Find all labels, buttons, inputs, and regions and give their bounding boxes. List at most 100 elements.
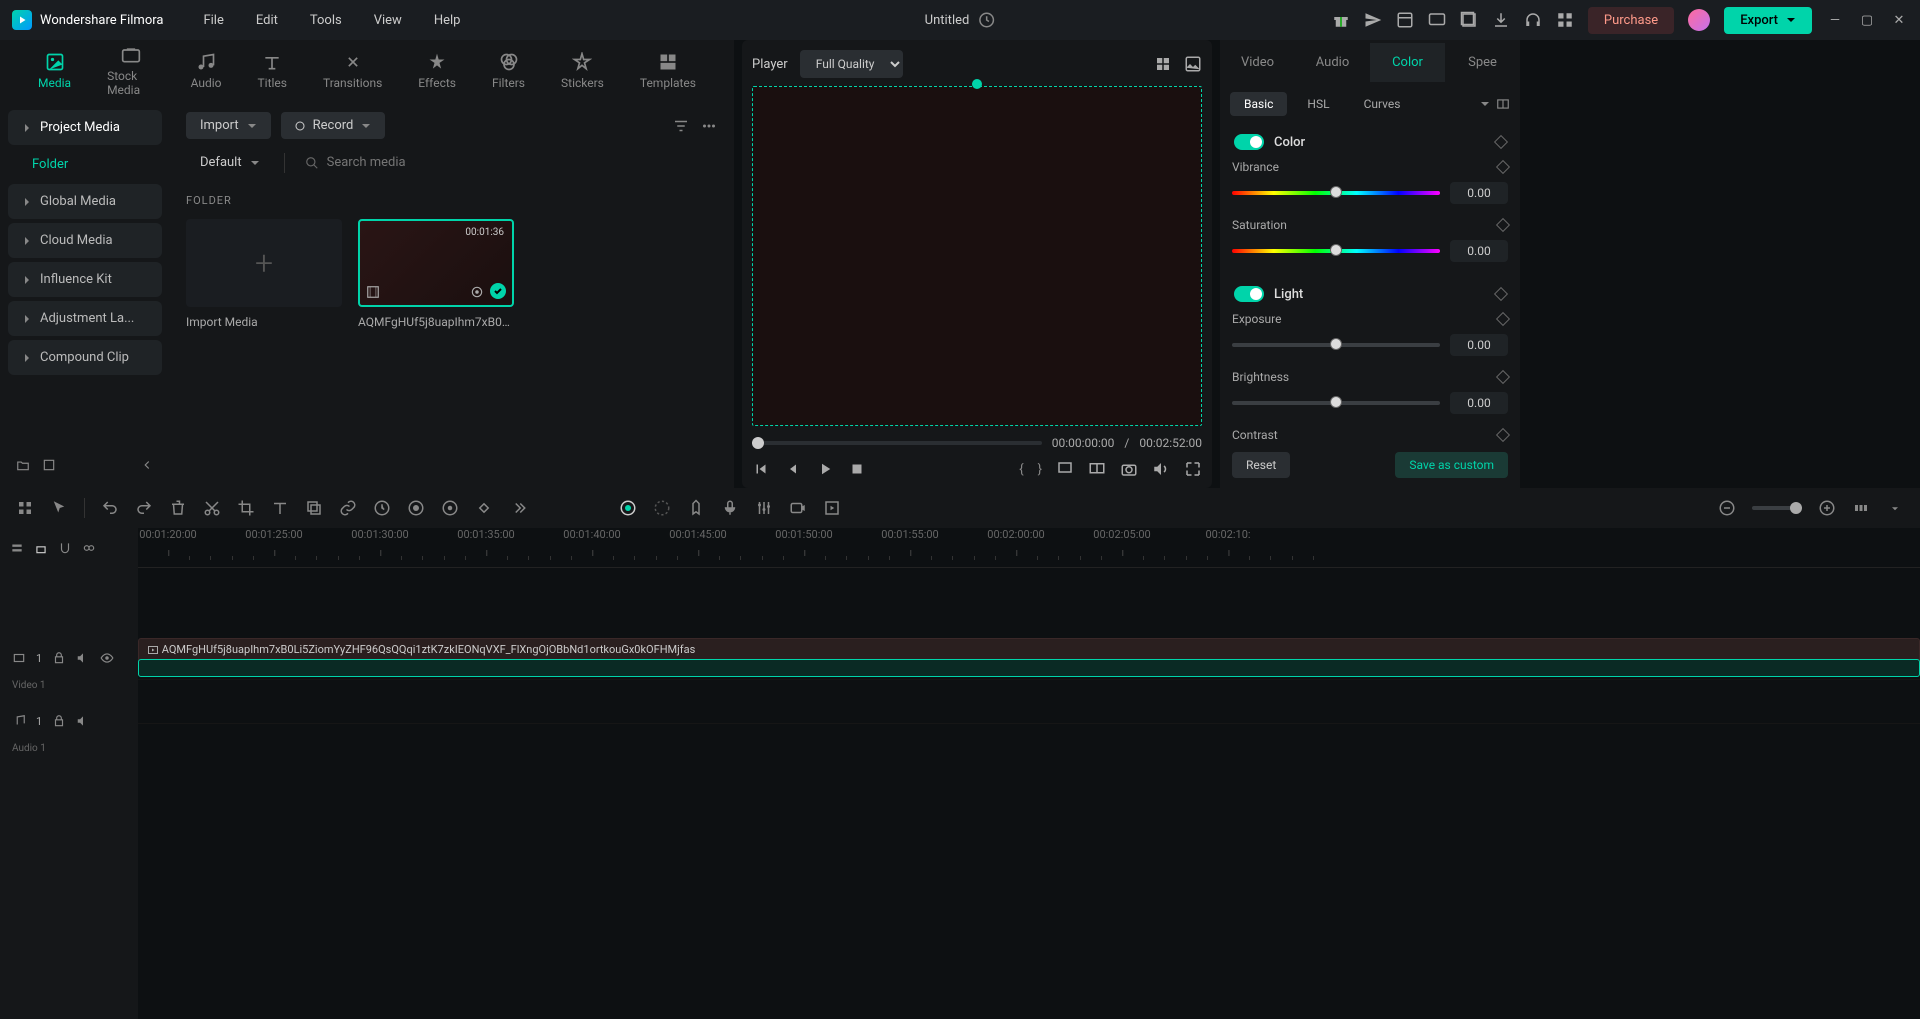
- play-button[interactable]: [816, 460, 834, 478]
- step-back-button[interactable]: [784, 460, 802, 478]
- tab-transitions[interactable]: Transitions: [305, 44, 400, 98]
- tl-marker-icon[interactable]: [687, 499, 705, 517]
- layout-icon[interactable]: [1396, 11, 1414, 29]
- sub-hsl[interactable]: HSL: [1293, 92, 1343, 116]
- tl-render-icon[interactable]: [823, 499, 841, 517]
- vibrance-keyframe-icon[interactable]: [1496, 160, 1510, 174]
- sidebar-project-media[interactable]: Project Media: [8, 110, 162, 145]
- tl-cursor-icon[interactable]: [50, 499, 68, 517]
- tab-filters[interactable]: Filters: [474, 44, 543, 98]
- maximize-button[interactable]: ▢: [1858, 11, 1876, 29]
- props-tab-speed[interactable]: Spee: [1445, 43, 1520, 82]
- scrubber-track[interactable]: [752, 441, 1042, 445]
- sidebar-global-media[interactable]: Global Media: [8, 184, 162, 219]
- color-toggle[interactable]: [1234, 134, 1264, 150]
- apps-icon[interactable]: [1556, 11, 1574, 29]
- save-custom-button[interactable]: Save as custom: [1395, 452, 1508, 478]
- tl-delete-icon[interactable]: [169, 499, 187, 517]
- menu-tools[interactable]: Tools: [298, 9, 354, 32]
- purchase-button[interactable]: Purchase: [1588, 7, 1674, 34]
- tl-voiceover-icon[interactable]: [721, 499, 739, 517]
- tl-crop-icon[interactable]: [237, 499, 255, 517]
- tl-mixer-icon[interactable]: [755, 499, 773, 517]
- tl-layout-icon[interactable]: [16, 499, 34, 517]
- library-icon[interactable]: [1460, 11, 1478, 29]
- zoom-slider[interactable]: [1752, 506, 1802, 510]
- tl-settings-icon[interactable]: [1886, 499, 1904, 517]
- tl-autoripple-icon[interactable]: [619, 499, 637, 517]
- saturation-keyframe-icon[interactable]: [1496, 218, 1510, 232]
- tab-stickers[interactable]: Stickers: [543, 44, 622, 98]
- exposure-value[interactable]: 0.00: [1450, 334, 1508, 356]
- tab-effects[interactable]: Effects: [400, 44, 474, 98]
- tab-titles[interactable]: Titles: [239, 44, 304, 98]
- vibrance-slider[interactable]: [1232, 191, 1440, 195]
- tl-keyframe-icon[interactable]: [475, 499, 493, 517]
- th-add-icon[interactable]: [10, 541, 24, 555]
- props-tab-color[interactable]: Color: [1370, 43, 1445, 82]
- record-button[interactable]: Record: [281, 112, 386, 139]
- vibrance-value[interactable]: 0.00: [1450, 182, 1508, 204]
- th-linkall-icon[interactable]: [82, 541, 96, 555]
- tl-more-icon[interactable]: [509, 499, 527, 517]
- zoom-in-icon[interactable]: [1818, 499, 1836, 517]
- more-icon[interactable]: [700, 117, 718, 135]
- th-magnet-icon[interactable]: [58, 541, 72, 555]
- mark-out-button[interactable]: }: [1038, 462, 1042, 477]
- tl-redo-icon[interactable]: [135, 499, 153, 517]
- player-image-icon[interactable]: [1184, 55, 1202, 73]
- collapse-icon[interactable]: [140, 458, 154, 472]
- video-hide-icon[interactable]: [100, 651, 114, 665]
- tl-text-icon[interactable]: [271, 499, 289, 517]
- video-lock-icon[interactable]: [52, 651, 66, 665]
- timeline-ruler[interactable]: 00:01:20:0000:01:25:0000:01:30:0000:01:3…: [138, 528, 1920, 568]
- import-media-card[interactable]: + Import Media: [186, 219, 342, 329]
- tab-templates[interactable]: Templates: [622, 44, 714, 98]
- light-toggle[interactable]: [1234, 286, 1264, 302]
- props-tab-audio[interactable]: Audio: [1295, 43, 1370, 82]
- minimize-button[interactable]: —: [1826, 11, 1844, 29]
- tl-link-icon[interactable]: [339, 499, 357, 517]
- reset-button[interactable]: Reset: [1232, 452, 1290, 478]
- new-folder-icon[interactable]: [16, 458, 30, 472]
- send-icon[interactable]: [1364, 11, 1382, 29]
- tl-colormatch-icon[interactable]: [407, 499, 425, 517]
- audio-clip[interactable]: [138, 659, 1920, 677]
- stop-button[interactable]: [848, 460, 866, 478]
- brightness-slider[interactable]: [1232, 401, 1440, 405]
- sidebar-folder[interactable]: Folder: [8, 149, 162, 180]
- tl-cut-icon[interactable]: [203, 499, 221, 517]
- avatar[interactable]: [1688, 9, 1710, 31]
- search-input[interactable]: [327, 155, 708, 170]
- compare-button[interactable]: [1088, 460, 1106, 478]
- sub-compare-icon[interactable]: [1496, 97, 1510, 111]
- sidebar-influence-kit[interactable]: Influence Kit: [8, 262, 162, 297]
- video-mute-icon[interactable]: [76, 651, 90, 665]
- tracks-area[interactable]: 00:01:20:0000:01:25:0000:01:30:0000:01:3…: [138, 528, 1920, 1019]
- gift-icon[interactable]: [1332, 11, 1350, 29]
- download-icon[interactable]: [1492, 11, 1510, 29]
- saturation-slider[interactable]: [1232, 249, 1440, 253]
- menu-help[interactable]: Help: [422, 9, 473, 32]
- tl-undo-icon[interactable]: [101, 499, 119, 517]
- tab-audio[interactable]: Audio: [173, 44, 240, 98]
- volume-button[interactable]: [1152, 460, 1170, 478]
- audio-mute-icon[interactable]: [76, 714, 90, 728]
- cloud-sync-icon[interactable]: [977, 11, 995, 29]
- sub-curves[interactable]: Curves: [1350, 92, 1415, 116]
- sidebar-compound-clip[interactable]: Compound Clip: [8, 340, 162, 375]
- mark-in-button[interactable]: {: [1019, 462, 1023, 477]
- sort-default[interactable]: Default: [186, 149, 274, 176]
- filter-icon[interactable]: [672, 117, 690, 135]
- tl-autoripple2-icon[interactable]: [653, 499, 671, 517]
- tl-speed-icon[interactable]: [373, 499, 391, 517]
- menu-view[interactable]: View: [362, 9, 414, 32]
- sidebar-adjustment-layer[interactable]: Adjustment La...: [8, 301, 162, 336]
- menu-file[interactable]: File: [191, 9, 235, 32]
- light-keyframe-icon[interactable]: [1494, 287, 1508, 301]
- marker-button[interactable]: [1056, 460, 1074, 478]
- player-quality[interactable]: Full Quality: [800, 50, 903, 78]
- props-tab-video[interactable]: Video: [1220, 43, 1295, 82]
- screen-icon[interactable]: [1428, 11, 1446, 29]
- zoom-out-icon[interactable]: [1718, 499, 1736, 517]
